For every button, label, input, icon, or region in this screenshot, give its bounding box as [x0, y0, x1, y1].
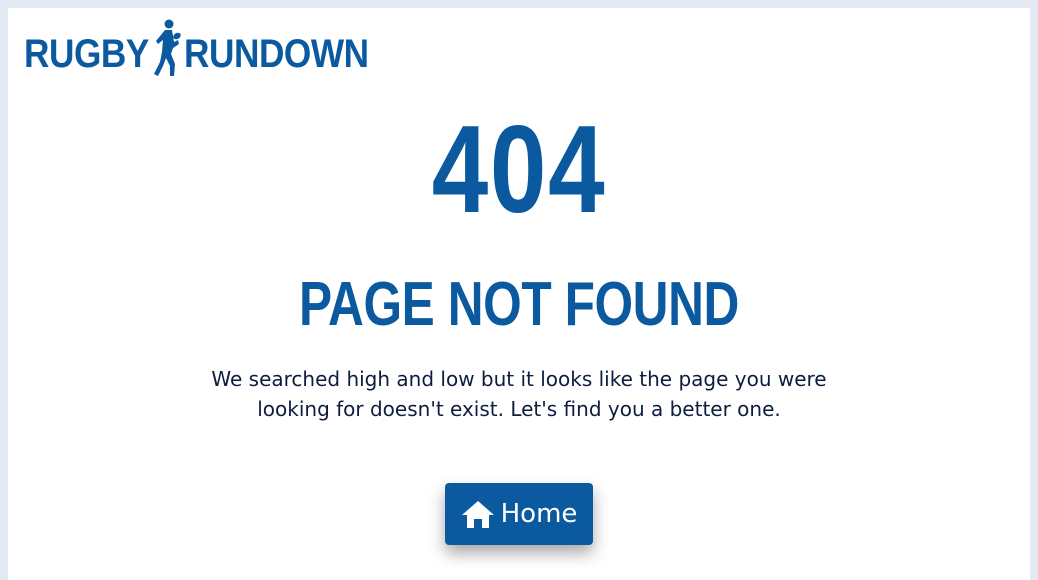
logo-text-rundown: RUNDOWN [183, 32, 369, 76]
error-message: We searched high and low but it looks li… [211, 367, 827, 421]
home-icon [461, 499, 495, 529]
home-button-label: Home [500, 499, 578, 529]
site-logo[interactable]: RUGBY RUNDOWN [24, 18, 394, 80]
error-code: 404 [431, 101, 607, 239]
home-button[interactable]: Home [445, 483, 593, 545]
rugby-player-icon [152, 18, 182, 80]
error-title: PAGE NOT FOUND [299, 270, 739, 339]
logo-text-rugby: RUGBY [24, 32, 149, 76]
page-container: RUGBY RUNDOWN 404 PAGE NOT FOUND We sear… [8, 8, 1030, 580]
